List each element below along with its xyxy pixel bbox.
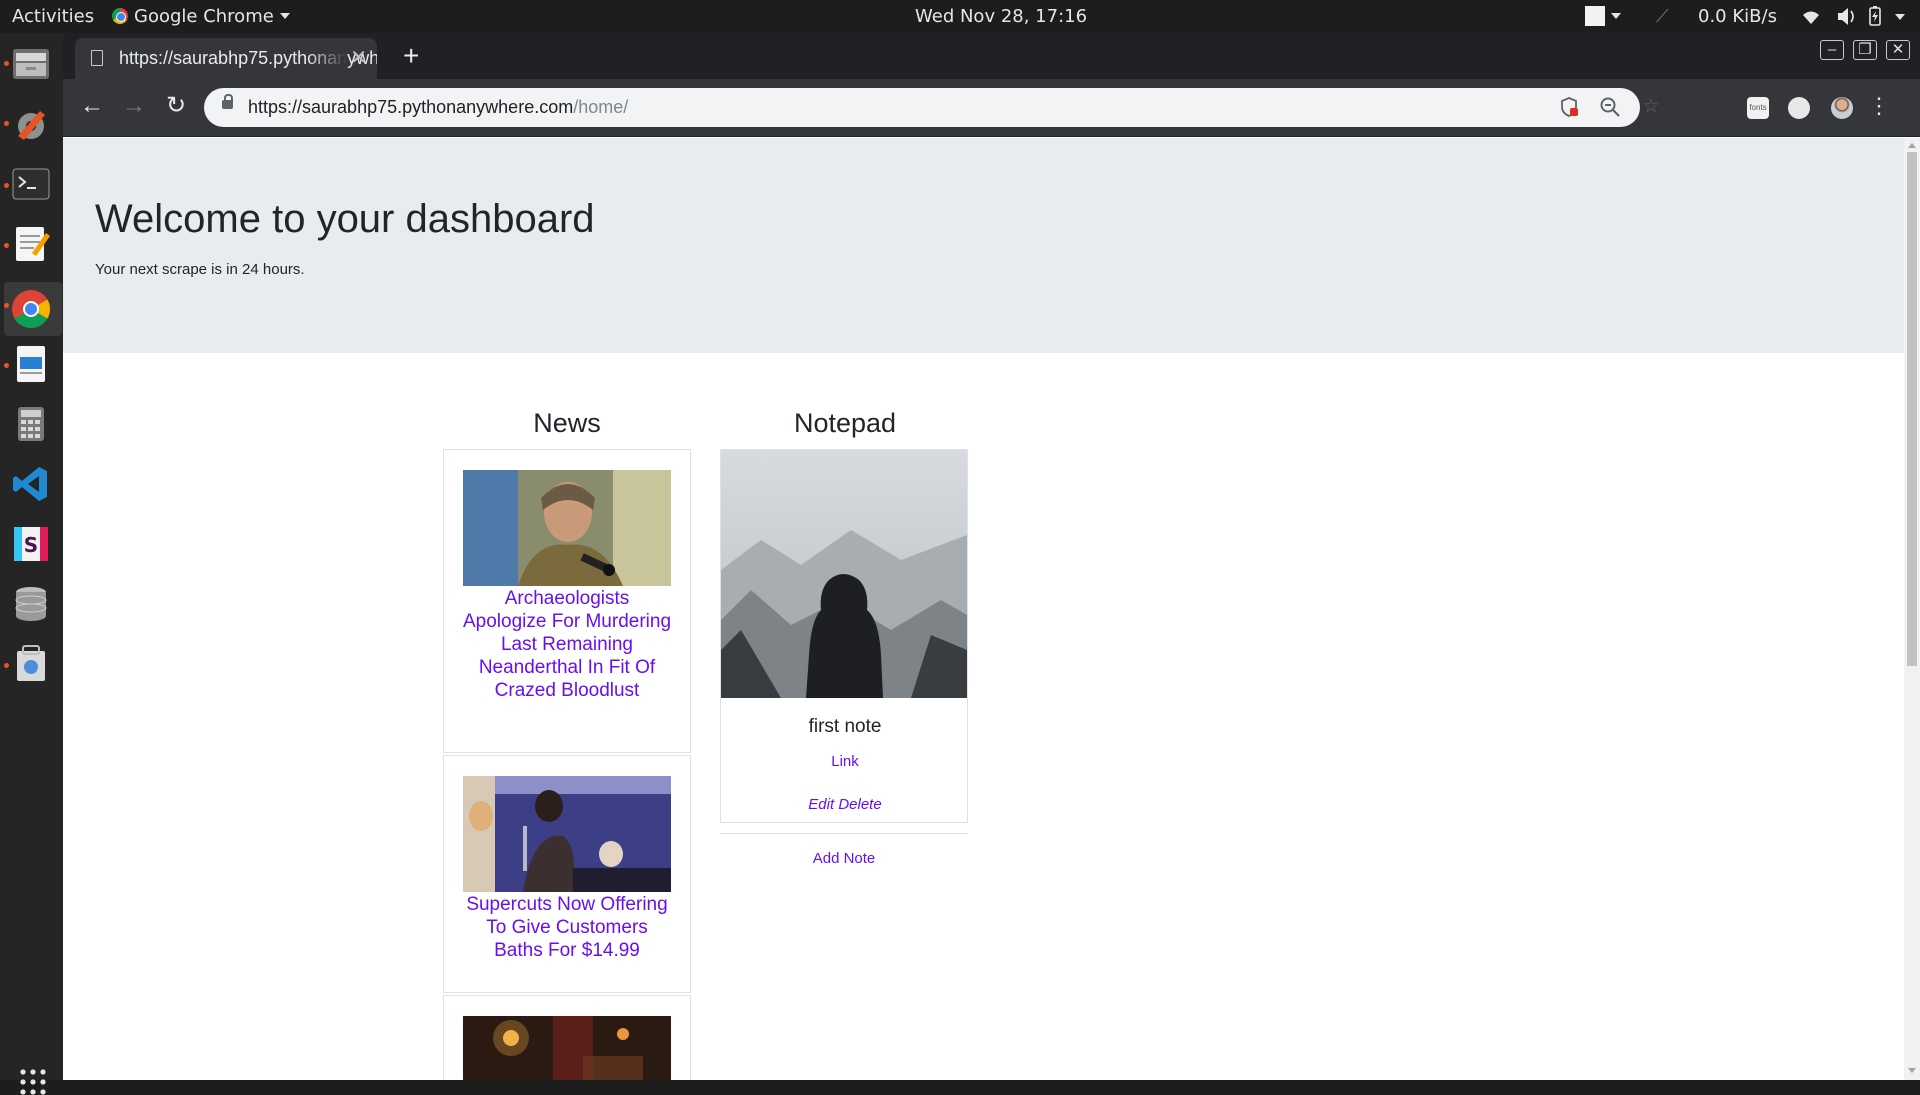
- activities-button[interactable]: Activities: [12, 0, 94, 33]
- notepad-heading: Notepad: [793, 408, 897, 438]
- note-image: [721, 450, 967, 698]
- wifi-icon: [1803, 11, 1819, 24]
- ubuntu-dock: S: [0, 33, 63, 1095]
- scroll-down-arrow[interactable]: [1908, 1068, 1916, 1073]
- tab-strip: https://saurabhp75.pythonanywhere.com/ho…: [63, 33, 1920, 79]
- forward-button[interactable]: →: [119, 91, 149, 121]
- page-viewport: Welcome to your dashboard Your next scra…: [63, 138, 1904, 1080]
- news-thumbnail[interactable]: [463, 470, 671, 586]
- news-headline-link[interactable]: Supercuts Now Offering To Give Customers…: [461, 893, 673, 962]
- running-indicator: [4, 303, 9, 308]
- divider: [720, 833, 968, 834]
- restore-button[interactable]: ❐: [1853, 40, 1877, 60]
- note-title: first note: [808, 716, 882, 737]
- vscode-icon[interactable]: [10, 463, 52, 505]
- running-indicator: [4, 663, 9, 668]
- zoom-icon[interactable]: [1599, 96, 1621, 118]
- svg-text:S: S: [24, 533, 38, 557]
- chevron-down-icon: [1611, 13, 1621, 19]
- fonts-extension-label: fonts: [1749, 103, 1767, 112]
- note-card: first note Link Edit Delete: [720, 449, 968, 823]
- show-applications-icon[interactable]: [18, 1067, 46, 1095]
- text-editor-icon[interactable]: [10, 223, 52, 265]
- lock-icon[interactable]: [222, 94, 233, 109]
- back-button[interactable]: ←: [77, 91, 107, 121]
- close-icon[interactable]: ✕: [350, 38, 367, 79]
- tray-indicator[interactable]: [1585, 0, 1621, 33]
- running-indicator: [4, 121, 9, 126]
- chrome-window: https://saurabhp75.pythonanywhere.com/ho…: [63, 33, 1920, 1080]
- status-icons: [1803, 6, 1905, 26]
- news-thumbnail[interactable]: [463, 1016, 671, 1080]
- new-tab-button[interactable]: +: [403, 41, 419, 71]
- scrape-status: Your next scrape is in 24 hours.: [95, 261, 305, 278]
- note-actions: Edit Delete: [721, 796, 969, 813]
- url-path: /home/: [573, 97, 629, 117]
- tab-fade: [307, 38, 347, 79]
- battery-icon: [1869, 6, 1881, 26]
- news-card: Archaeologists Apologize For Murdering L…: [443, 449, 691, 753]
- running-indicator: [4, 243, 9, 248]
- news-card: [443, 995, 691, 1080]
- chrome-icon: [112, 8, 128, 24]
- scrollbar-thumb[interactable]: [1907, 152, 1917, 666]
- profile-avatar[interactable]: [1831, 97, 1853, 119]
- calculator-icon[interactable]: [10, 403, 52, 445]
- pin-icon[interactable]: ⟋: [1656, 0, 1669, 33]
- system-top-bar: Activities Google Chrome Wed Nov 28, 17:…: [0, 0, 1920, 33]
- database-icon[interactable]: [10, 583, 52, 625]
- slack-icon[interactable]: S: [10, 523, 52, 565]
- delete-note-link[interactable]: Delete: [838, 796, 881, 813]
- address-bar[interactable]: https://saurabhp75.pythonanywhere.com/ho…: [204, 88, 1660, 127]
- browser-toolbar: ← → ↻ https://saurabhp75.pythonanywhere.…: [63, 79, 1920, 137]
- system-status-menu[interactable]: [1800, 0, 1910, 33]
- reload-button[interactable]: ↻: [161, 91, 191, 121]
- close-window-button[interactable]: ✕: [1886, 40, 1910, 60]
- files-icon[interactable]: [10, 43, 52, 85]
- extension-icon[interactable]: [1788, 97, 1810, 119]
- app-menu-label: Google Chrome: [134, 6, 274, 27]
- page-scrollbar[interactable]: [1904, 138, 1920, 1080]
- volume-icon: [1838, 8, 1854, 25]
- writer-icon[interactable]: [10, 343, 52, 385]
- url-host: https://saurabhp75.pythonanywhere.com: [248, 97, 574, 117]
- chevron-down-icon: [279, 13, 290, 19]
- page-title: Welcome to your dashboard: [95, 197, 595, 241]
- chrome-icon[interactable]: [10, 288, 52, 330]
- running-indicator: [4, 61, 9, 66]
- note-link[interactable]: Link: [721, 753, 969, 770]
- running-indicator: [4, 183, 9, 188]
- more-menu-icon[interactable]: ⋮: [1864, 91, 1894, 121]
- clock[interactable]: Wed Nov 28, 17:16: [915, 0, 1087, 33]
- running-indicator: [4, 363, 9, 368]
- url-text[interactable]: https://saurabhp75.pythonanywhere.com/ho…: [248, 88, 628, 127]
- bookmark-star-icon[interactable]: ☆: [1640, 96, 1662, 118]
- indicator-square-icon: [1585, 6, 1605, 26]
- network-speed: 0.0 KiB/s: [1698, 6, 1777, 27]
- settings-icon[interactable]: [10, 103, 52, 145]
- news-heading: News: [533, 408, 601, 438]
- terminal-icon[interactable]: [10, 163, 52, 205]
- scroll-up-arrow[interactable]: [1908, 143, 1916, 148]
- chevron-down-icon: [1895, 14, 1905, 20]
- archive-icon[interactable]: [10, 643, 52, 685]
- edit-note-link[interactable]: Edit: [808, 796, 834, 813]
- news-thumbnail[interactable]: [463, 776, 671, 892]
- dashboard-banner: Welcome to your dashboard Your next scra…: [63, 138, 1904, 353]
- app-menu[interactable]: Google Chrome: [112, 0, 290, 33]
- add-note-link[interactable]: Add Note: [720, 850, 968, 867]
- news-card: Supercuts Now Offering To Give Customers…: [443, 755, 691, 993]
- blocked-content-icon[interactable]: [1558, 96, 1580, 118]
- fonts-extension-icon[interactable]: fonts: [1747, 97, 1769, 119]
- tab-active[interactable]: https://saurabhp75.pythonanywhere.com/ho…: [75, 38, 377, 79]
- news-headline-link[interactable]: Archaeologists Apologize For Murdering L…: [461, 587, 673, 702]
- minimize-button[interactable]: –: [1820, 40, 1844, 60]
- page-icon: [91, 50, 103, 66]
